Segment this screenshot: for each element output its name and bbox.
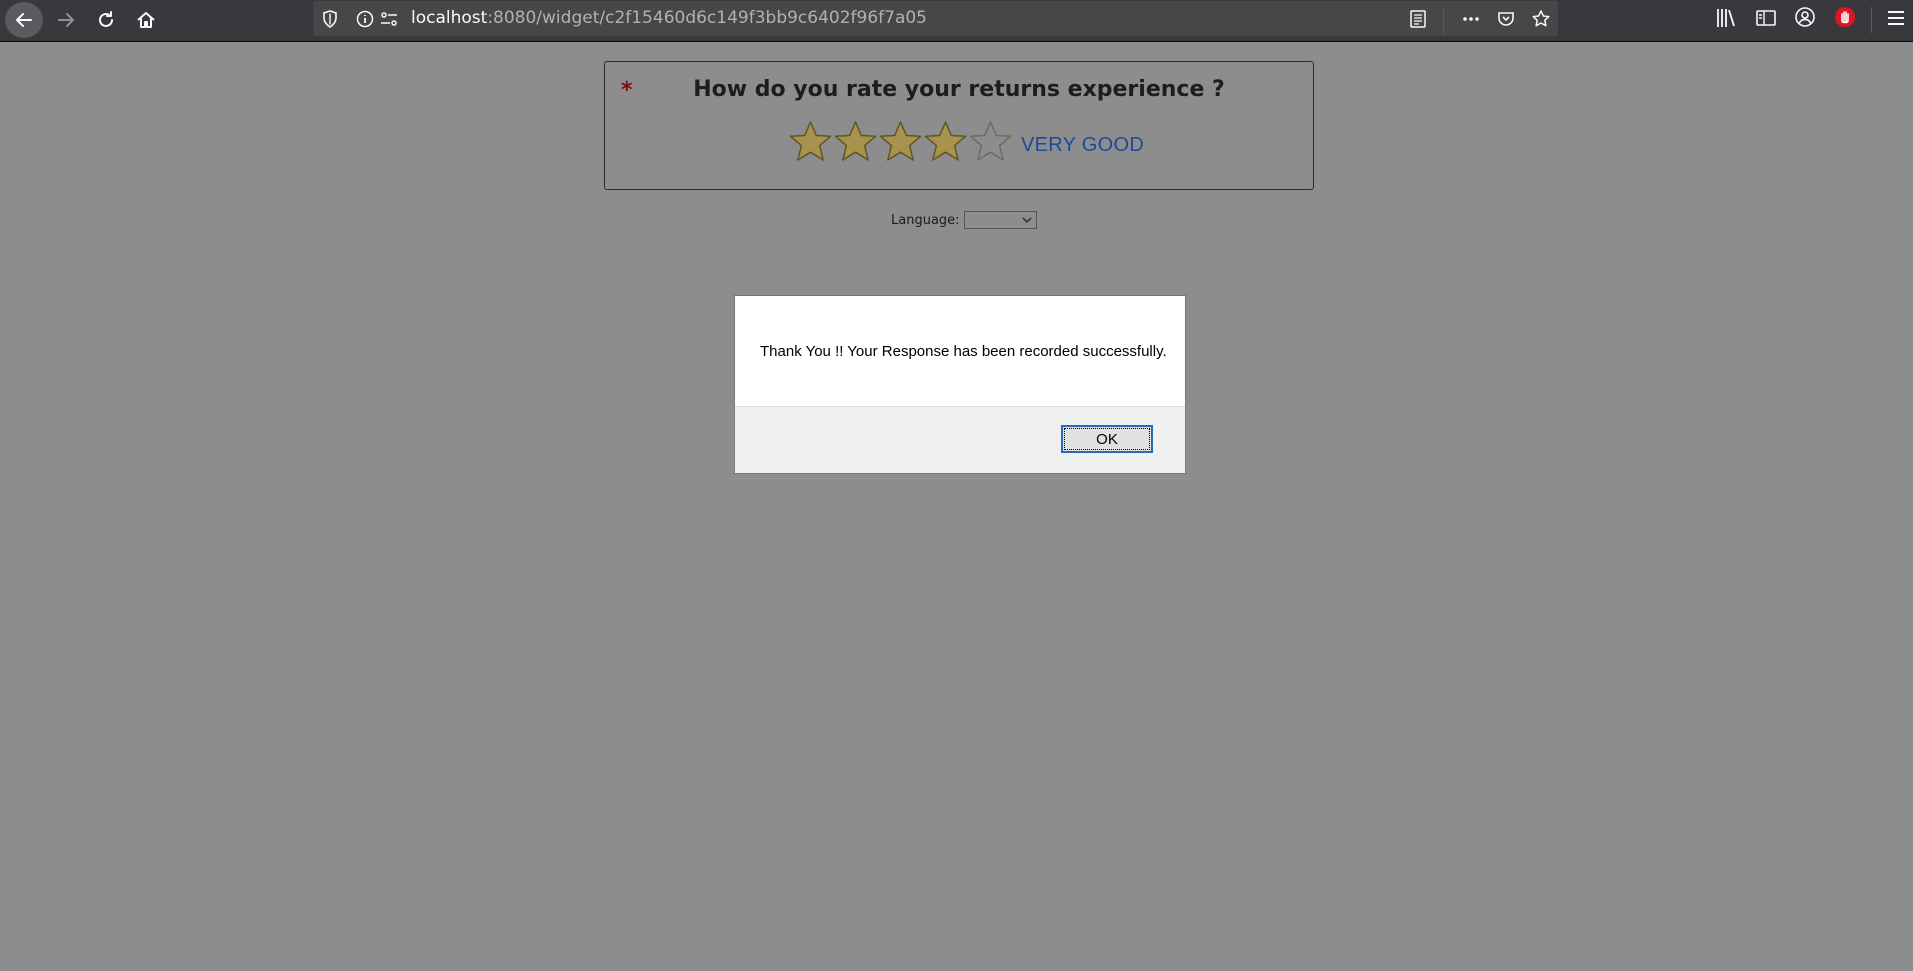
reader-view-icon[interactable]: [1408, 9, 1428, 29]
chevron-down-icon: [1022, 217, 1032, 223]
more-icon[interactable]: [1461, 9, 1481, 29]
rating-card: * How do you rate your returns experienc…: [604, 61, 1314, 190]
permissions-icon[interactable]: [379, 9, 399, 29]
browser-toolbar: localhost:8080/widget/c2f15460d6c149f3bb…: [0, 0, 1913, 42]
dialog-body: Thank You !! Your Response has been reco…: [735, 296, 1185, 407]
back-button[interactable]: [5, 2, 43, 38]
reload-icon: [99, 11, 113, 27]
alert-dialog: Thank You !! Your Response has been reco…: [734, 295, 1186, 474]
account-icon[interactable]: [1793, 5, 1817, 29]
menu-icon[interactable]: [1885, 7, 1907, 29]
question-title: How do you rate your returns experience …: [693, 77, 1225, 102]
info-icon[interactable]: [355, 9, 375, 29]
url-bar[interactable]: localhost:8080/widget/c2f15460d6c149f3bb…: [313, 1, 1558, 36]
star-filled-icon[interactable]: [924, 120, 967, 163]
language-select[interactable]: [963, 211, 1037, 229]
reload-button[interactable]: [87, 2, 125, 38]
url-separator: [1443, 8, 1444, 34]
dialog-message: Thank You !! Your Response has been reco…: [760, 342, 1167, 360]
pocket-icon[interactable]: [1496, 9, 1516, 29]
shield-icon[interactable]: [320, 9, 340, 29]
home-button[interactable]: [127, 2, 165, 38]
url-path: :8080/widget/c2f15460d6c149f3bb9c6402f96…: [487, 8, 927, 28]
rating-label: VERY GOOD: [1021, 134, 1145, 156]
ok-button[interactable]: OK: [1061, 425, 1153, 453]
star-empty-icon[interactable]: [969, 120, 1012, 163]
sidebar-icon[interactable]: [1754, 6, 1778, 30]
star-filled-icon[interactable]: [879, 120, 922, 163]
home-icon: [137, 12, 155, 28]
forward-button[interactable]: [47, 2, 85, 38]
toolbar-separator: [1871, 7, 1872, 33]
forward-icon: [58, 13, 74, 27]
url-text[interactable]: localhost:8080/widget/c2f15460d6c149f3bb…: [411, 1, 927, 36]
language-label: Language:: [891, 212, 960, 228]
bookmark-star-icon[interactable]: [1531, 9, 1551, 29]
star-filled-icon[interactable]: [789, 120, 832, 163]
star-rating[interactable]: [789, 120, 1012, 163]
adblock-icon[interactable]: [1833, 5, 1857, 29]
library-icon[interactable]: [1714, 6, 1738, 30]
url-host: localhost: [411, 8, 488, 28]
back-icon: [16, 13, 32, 27]
star-filled-icon[interactable]: [834, 120, 877, 163]
language-row: Language:: [891, 211, 1037, 229]
